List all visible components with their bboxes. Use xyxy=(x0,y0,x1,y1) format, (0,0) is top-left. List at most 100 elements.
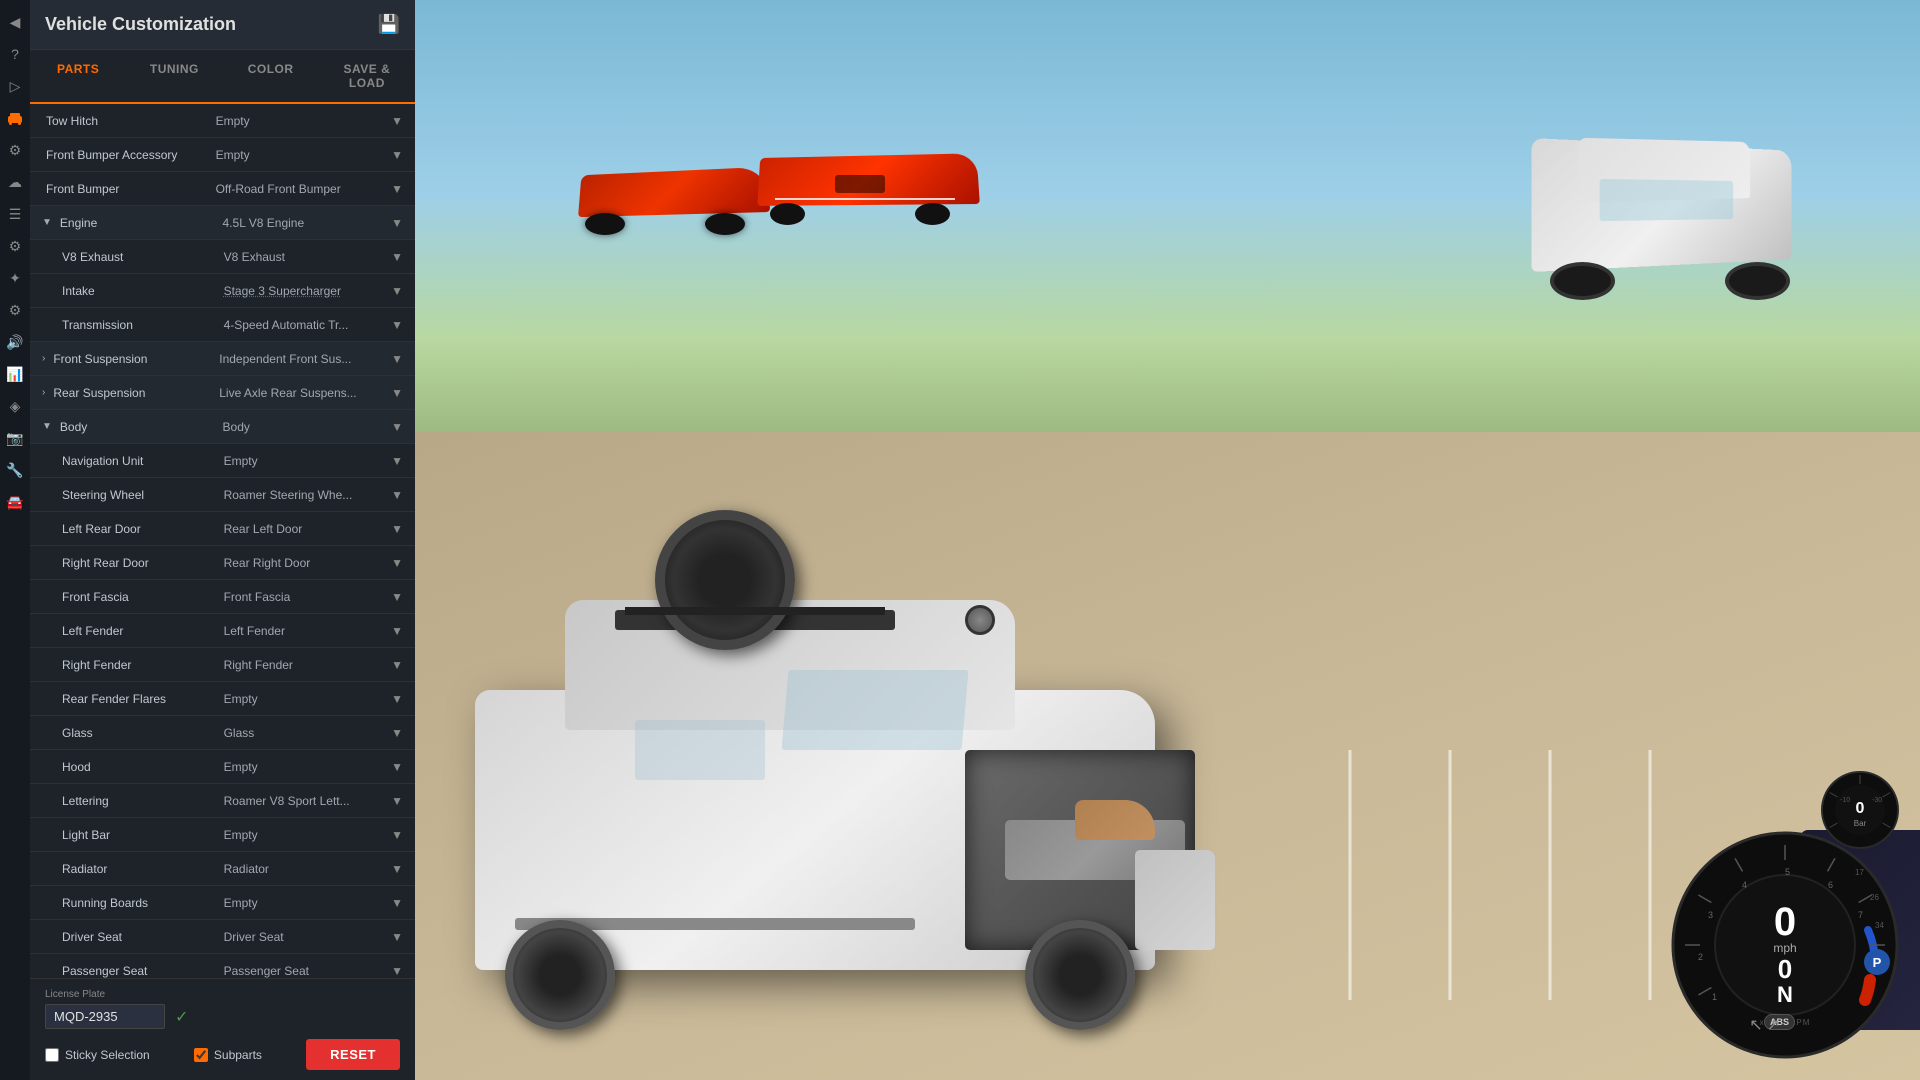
dropdown-arrow[interactable]: ▼ xyxy=(391,182,403,196)
nodes-icon[interactable]: ✦ xyxy=(3,266,27,290)
dropdown-arrow[interactable]: ▼ xyxy=(391,590,403,604)
list-item[interactable]: Right Rear Door Rear Right Door ▼ xyxy=(30,546,415,580)
dropdown-arrow[interactable]: ▼ xyxy=(391,692,403,706)
sticky-selection-text: Sticky Selection xyxy=(65,1048,150,1062)
list-item[interactable]: Light Bar Empty ▼ xyxy=(30,818,415,852)
dropdown-arrow[interactable]: ▼ xyxy=(391,352,403,366)
list-item[interactable]: Lettering Roamer V8 Sport Lett... ▼ xyxy=(30,784,415,818)
dropdown-arrow[interactable]: ▼ xyxy=(391,930,403,944)
tab-save-load[interactable]: SAVE & LOAD xyxy=(319,50,415,104)
sticky-selection-checkbox[interactable] xyxy=(45,1048,59,1062)
list-item[interactable]: Intake Stage 3 Supercharger ▼ xyxy=(30,274,415,308)
dropdown-arrow[interactable]: ▼ xyxy=(391,420,403,434)
section-body[interactable]: ▼ Body Body ▼ xyxy=(30,410,415,444)
dropdown-arrow[interactable]: ▼ xyxy=(391,454,403,468)
dropdown-arrow[interactable]: ▼ xyxy=(391,658,403,672)
settings-icon[interactable]: ⚙ xyxy=(3,138,27,162)
list-item[interactable]: Right Fender Right Fender ▼ xyxy=(30,648,415,682)
dropdown-arrow[interactable]: ▼ xyxy=(391,216,403,230)
list-icon[interactable]: ☰ xyxy=(3,202,27,226)
camera-icon[interactable]: 📷 xyxy=(3,426,27,450)
part-value: V8 Exhaust xyxy=(224,250,386,264)
reset-button[interactable]: RESET xyxy=(306,1039,400,1070)
list-item[interactable]: Navigation Unit Empty ▼ xyxy=(30,444,415,478)
part-value: Empty xyxy=(216,114,386,128)
list-item[interactable]: Rear Fender Flares Empty ▼ xyxy=(30,682,415,716)
tab-tuning[interactable]: TUNING xyxy=(126,50,222,104)
part-name: Hood xyxy=(42,760,224,774)
list-item[interactable]: Passenger Seat Passenger Seat ▼ xyxy=(30,954,415,978)
gear2-icon[interactable]: ⚙ xyxy=(3,298,27,322)
part-value: Driver Seat xyxy=(224,930,386,944)
list-item[interactable]: Transmission 4-Speed Automatic Tr... ▼ xyxy=(30,308,415,342)
part-value: Empty xyxy=(216,148,386,162)
dropdown-arrow[interactable]: ▼ xyxy=(391,760,403,774)
list-item[interactable]: Glass Glass ▼ xyxy=(30,716,415,750)
checkmark-icon[interactable]: ✓ xyxy=(175,1007,188,1027)
svg-text:17: 17 xyxy=(1855,868,1864,877)
license-plate-input[interactable] xyxy=(45,1004,165,1029)
sliders-icon[interactable]: ⚙ xyxy=(3,234,27,258)
back-icon[interactable]: ◀ xyxy=(3,10,27,34)
list-item[interactable]: Hood Empty ▼ xyxy=(30,750,415,784)
collapse-front-susp-arrow[interactable]: › xyxy=(42,353,45,364)
list-item[interactable]: Radiator Radiator ▼ xyxy=(30,852,415,886)
list-item[interactable]: Driver Seat Driver Seat ▼ xyxy=(30,920,415,954)
part-name: Driver Seat xyxy=(42,930,224,944)
car-icon[interactable]: 🚘 xyxy=(3,490,27,514)
dropdown-arrow[interactable]: ▼ xyxy=(391,828,403,842)
tab-color[interactable]: COLOR xyxy=(223,50,319,104)
list-item[interactable]: V8 Exhaust V8 Exhaust ▼ xyxy=(30,240,415,274)
dropdown-arrow[interactable]: ▼ xyxy=(391,386,403,400)
dropdown-arrow[interactable]: ▼ xyxy=(391,114,403,128)
dropdown-arrow[interactable]: ▼ xyxy=(391,794,403,808)
subparts-label[interactable]: Subparts xyxy=(194,1048,262,1062)
dropdown-arrow[interactable]: ▼ xyxy=(391,522,403,536)
collapse-body-arrow[interactable]: ▼ xyxy=(42,421,52,432)
play-icon[interactable]: ▷ xyxy=(3,74,27,98)
dropdown-arrow[interactable]: ▼ xyxy=(391,862,403,876)
wrench-icon[interactable]: 🔧 xyxy=(3,458,27,482)
dropdown-arrow[interactable]: ▼ xyxy=(391,556,403,570)
list-item[interactable]: Tow Hitch Empty ▼ xyxy=(30,104,415,138)
list-item[interactable]: Running Boards Empty ▼ xyxy=(30,886,415,920)
dropdown-arrow[interactable]: ▼ xyxy=(391,250,403,264)
cloud-icon[interactable]: ☁ xyxy=(3,170,27,194)
list-item[interactable]: Left Fender Left Fender ▼ xyxy=(30,614,415,648)
help-icon[interactable]: ? xyxy=(3,42,27,66)
chart-icon[interactable]: 📊 xyxy=(3,362,27,386)
dropdown-arrow[interactable]: ▼ xyxy=(391,896,403,910)
part-value: Rear Left Door xyxy=(224,522,386,536)
dropdown-arrow[interactable]: ▼ xyxy=(391,964,403,978)
dropdown-arrow[interactable]: ▼ xyxy=(391,624,403,638)
audio-icon[interactable]: 🔊 xyxy=(3,330,27,354)
dropdown-arrow[interactable]: ▼ xyxy=(391,726,403,740)
subparts-checkbox[interactable] xyxy=(194,1048,208,1062)
list-item[interactable]: Front Bumper Off-Road Front Bumper ▼ xyxy=(30,172,415,206)
svg-text:N: N xyxy=(1777,982,1793,1007)
dropdown-arrow[interactable]: ▼ xyxy=(391,318,403,332)
part-value: Empty xyxy=(224,828,386,842)
dropdown-arrow[interactable]: ▼ xyxy=(391,148,403,162)
race-car xyxy=(755,145,975,225)
list-item[interactable]: Front Bumper Accessory Empty ▼ xyxy=(30,138,415,172)
title-bar: Vehicle Customization 💾 xyxy=(30,0,415,50)
list-item[interactable]: Front Fascia Front Fascia ▼ xyxy=(30,580,415,614)
page-title: Vehicle Customization xyxy=(45,14,236,35)
vehicle-icon[interactable] xyxy=(3,106,27,130)
tab-parts[interactable]: PARTS xyxy=(30,50,126,104)
sticky-selection-label[interactable]: Sticky Selection xyxy=(45,1048,150,1062)
save-icon[interactable]: 💾 xyxy=(378,14,400,35)
section-front-suspension[interactable]: › Front Suspension Independent Front Sus… xyxy=(30,342,415,376)
list-item[interactable]: Left Rear Door Rear Left Door ▼ xyxy=(30,512,415,546)
dropdown-arrow[interactable]: ▼ xyxy=(391,488,403,502)
collapse-rear-susp-arrow[interactable]: › xyxy=(42,387,45,398)
dropdown-arrow[interactable]: ▼ xyxy=(391,284,403,298)
network-icon[interactable]: ◈ xyxy=(3,394,27,418)
collapse-engine-arrow[interactable]: ▼ xyxy=(42,217,52,228)
list-item[interactable]: Steering Wheel Roamer Steering Whe... ▼ xyxy=(30,478,415,512)
svg-text:mph: mph xyxy=(1773,941,1796,955)
section-rear-suspension[interactable]: › Rear Suspension Live Axle Rear Suspens… xyxy=(30,376,415,410)
part-name: Front Fascia xyxy=(42,590,224,604)
section-engine[interactable]: ▼ Engine 4.5L V8 Engine ▼ xyxy=(30,206,415,240)
